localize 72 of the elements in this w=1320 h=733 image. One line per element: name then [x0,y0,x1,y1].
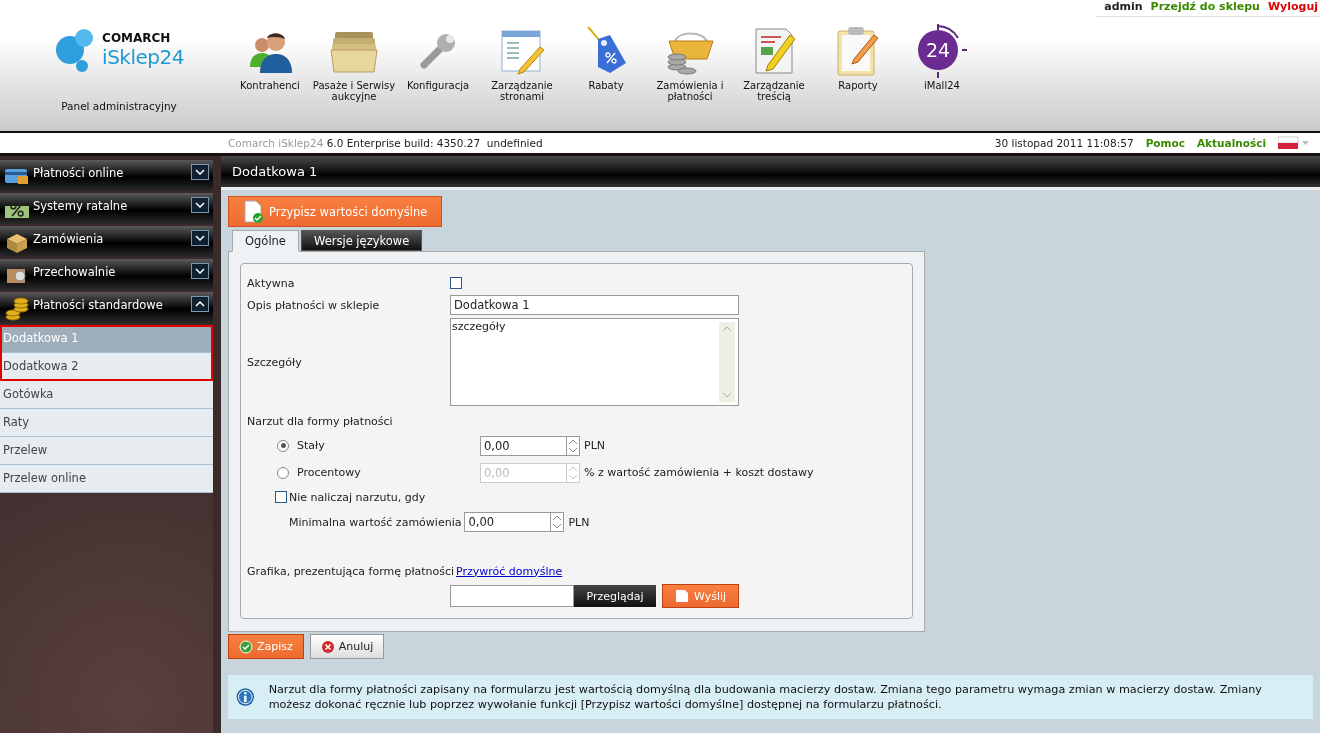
number-field[interactable]: 0,00 [464,512,565,532]
browse-button[interactable]: Przeglądaj [574,585,656,607]
radio-button[interactable] [277,439,289,452]
document-icon [675,589,689,603]
check-icon [239,639,253,654]
sidebar-item[interactable]: Dodatkowa 2 [0,353,213,381]
spin-down-icon[interactable] [551,522,564,530]
sidebar-item[interactable]: Przelew [0,437,213,465]
number-field[interactable]: 0,00 [480,435,580,456]
file-field[interactable] [450,585,574,607]
coins-icon [4,294,30,321]
field-label: Szczegóły [247,355,303,369]
text-area[interactable]: szczegóły [450,318,739,406]
option-label: Procentowy [297,466,361,479]
field-label: Minimalna wartość zamówienia [289,515,462,529]
product-name: iSklep24 [102,45,184,69]
cancel-button[interactable]: Anuluj [309,634,385,659]
expand-icon[interactable] [191,262,209,279]
user-name: admin [1104,0,1143,13]
logout-link[interactable]: Wyloguj [1267,0,1318,13]
nav-item[interactable]: Kontrahenci [228,22,312,102]
nav-item[interactable]: Konfiguracja [396,22,480,102]
checkbox-label: Nie naliczaj narzutu, gdy [289,490,426,504]
panel-caption: Panel administracyjny [61,100,177,112]
input-field[interactable]: Dodatkowa 1 [450,295,739,315]
expand-icon[interactable] [191,163,209,180]
header-link[interactable]: Pomoc [1145,137,1185,149]
unit-label: PLN [584,439,605,452]
spin-up-icon[interactable] [567,437,579,446]
nav-item[interactable]: Zarządzanie treścią [732,22,816,102]
expand-icon[interactable] [191,196,209,213]
version-text: Comarch iSklep24 6.0 Enterprise build: 4350.27 undefinied [228,137,543,149]
sidebar-item[interactable]: Raty [0,409,213,437]
nav-item[interactable]: Zarządzanie stronami [480,22,564,102]
sidebar-section[interactable]: Przechowalnie [0,259,213,290]
spin-down-icon[interactable] [567,445,579,454]
unit-label: % z wartość zamówienia + koszt dostawy [584,466,814,479]
header-link[interactable]: Aktualności [1196,137,1266,149]
nav-item[interactable]: 24 iMall24 [900,22,984,102]
page-edit-icon [498,27,546,75]
flag-dropdown[interactable] [1278,136,1310,150]
nav-item[interactable]: Rabaty [564,22,648,102]
expand-icon[interactable] [191,229,209,246]
nav-item[interactable]: Pasaże i Serwisy aukcyjne [312,22,396,102]
page-title: Dodatkowa 1 [221,156,1320,190]
unit-label: PLN [568,515,590,529]
document-check-icon [243,199,265,224]
option-label: Stały [297,439,325,452]
sidebar-item[interactable]: Gotówka [0,381,213,409]
info-message: Narzut dla formy płatności zapisany na formularzu jest wartością domyślną dla budowania macierzy dostaw. Zmiana tego parametru wymaga zmian w macierzy dostaw. Zmiany możesz dokonać ręcznie lub poprzez wywołanie funkcji [Przypisz wartości domyślne] dostępnej na formularzu płatności. [268,682,1263,712]
field-label: Opis płatności w sklepie [247,298,381,312]
shop-link[interactable]: Przejdź do sklepu [1150,0,1260,13]
sidebar-section[interactable]: Płatności online [0,160,213,191]
nav-item[interactable]: Zamówienia i płatności [648,22,732,102]
checkbox[interactable] [275,491,287,503]
brand-name: COMARCH [102,31,172,45]
nav-item[interactable]: Raporty [816,22,900,102]
tab[interactable]: Wersje językowe [300,230,423,251]
field-label: Grafika, prezentująca formę płatności [247,564,456,578]
checkbox[interactable] [450,277,462,289]
tab[interactable]: Ogólne [232,230,299,252]
date-time: 30 listopad 2011 11:08:57 [994,137,1134,149]
close-icon [320,639,335,654]
restore-default-link[interactable]: Przywróć domyślne [456,564,563,578]
sidebar-item[interactable]: Przelew online [0,465,213,493]
sidebar-section[interactable]: Płatności standardowe [0,292,213,323]
spin-up-icon[interactable] [551,514,564,522]
sidebar-section[interactable]: Systemy ratalne [0,193,213,224]
sidebar-section[interactable]: Zamówienia [0,226,213,257]
field-label: Aktywna [247,276,296,290]
section-label: Narzut dla formy płatności [247,414,393,428]
collapse-icon[interactable] [191,295,209,312]
